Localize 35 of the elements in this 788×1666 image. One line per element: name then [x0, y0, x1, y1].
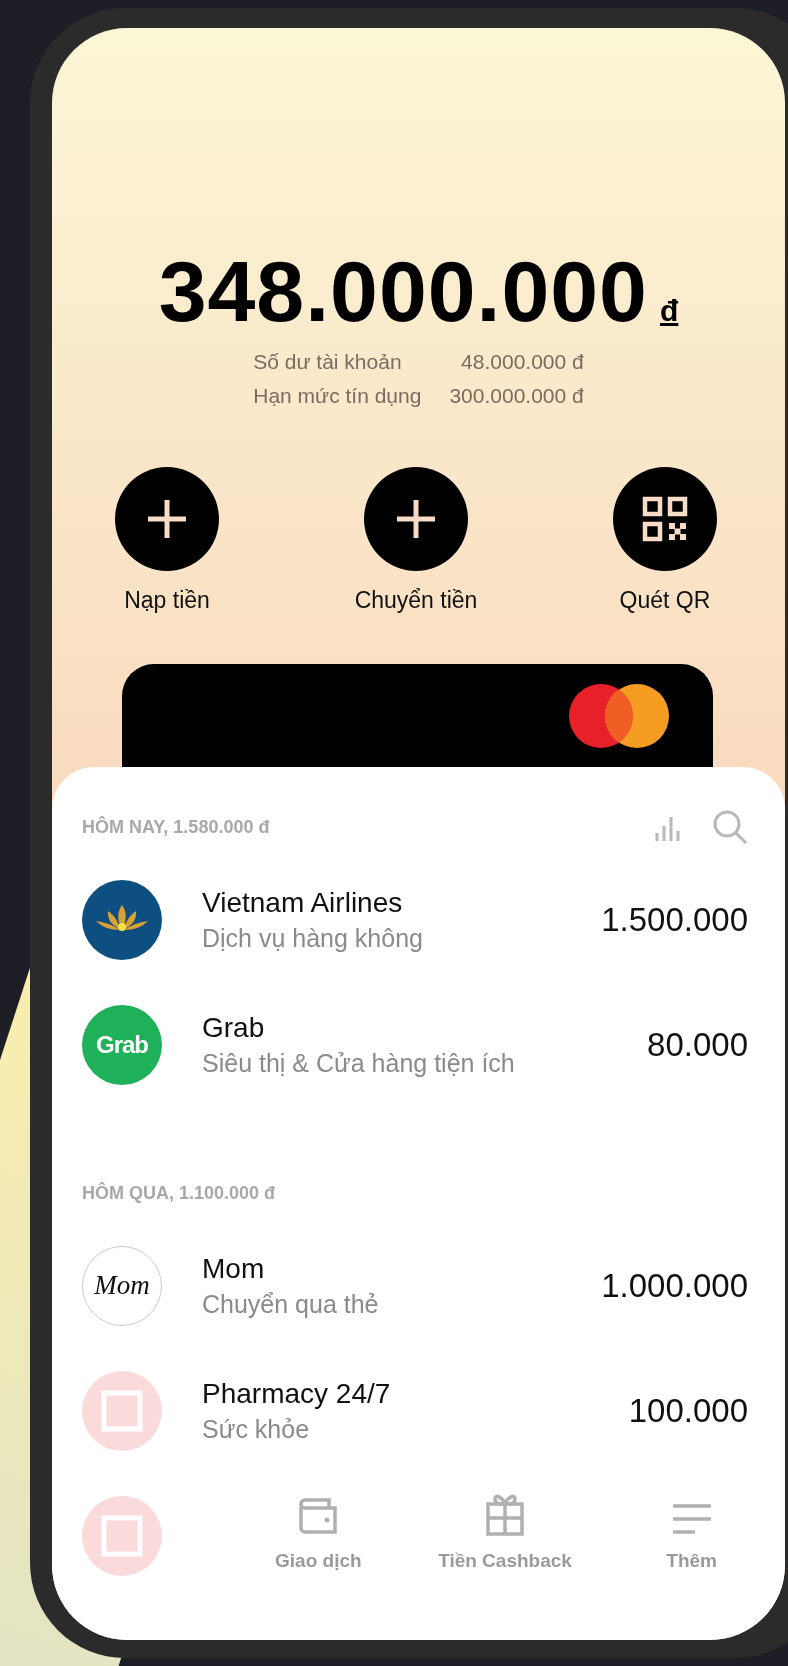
- script-logo: Mom: [82, 1245, 162, 1326]
- amount-text: 1.500.000: [601, 900, 748, 939]
- merchant-name: Mom: [202, 1251, 266, 1286]
- qr-code-icon: [642, 496, 688, 542]
- total-balance: 348.000.000: [158, 242, 648, 341]
- category-text: Siêu thị & Cửa hàng tiện ích: [202, 1047, 516, 1079]
- category-text: Sức khỏe: [202, 1413, 311, 1445]
- balance-label: Hạn mức tín dụng: [253, 383, 422, 409]
- tab-button[interactable]: Thêm: [598, 1472, 785, 1572]
- balance-value: 48.000.000 đ: [460, 349, 584, 375]
- section-heading: HÔM QUA, 1.100.000 đ: [82, 1182, 277, 1204]
- category-text: Chuyển qua thẻ: [202, 1288, 380, 1320]
- menu-icon: [670, 1502, 713, 1536]
- plus-icon: [145, 497, 189, 541]
- search-icon: [712, 809, 748, 845]
- square-icon: [101, 1389, 143, 1432]
- section-heading: HÔM NAY, 1.580.000 đ: [82, 816, 271, 838]
- balance-label: Số dư tài khoản: [253, 349, 403, 375]
- tab-button[interactable]: Giao dịch: [225, 1472, 412, 1572]
- balance-value: 300.000.000 đ: [449, 383, 584, 409]
- merchant-name: Pharmacy 24/7: [202, 1376, 392, 1411]
- grab-logo: Grab: [82, 1004, 162, 1085]
- plus-icon: [394, 497, 438, 541]
- amount-text: 80.000: [647, 1025, 748, 1064]
- tab-button[interactable]: Tiền Cashback: [411, 1472, 599, 1572]
- merchant-name: Vietnam Airlines: [202, 885, 404, 920]
- action-label: Nạp tiền: [124, 587, 210, 614]
- action-label: Quét QR: [619, 587, 711, 614]
- merchant-name: Grab: [202, 1010, 266, 1045]
- currency-symbol: đ: [659, 294, 679, 328]
- category-text: Dịch vụ hàng không: [202, 922, 424, 954]
- amount-text: 1.000.000: [601, 1266, 748, 1305]
- square-icon: [101, 1514, 143, 1557]
- amount-text: 100.000: [628, 1391, 748, 1430]
- action-label: Chuyển tiền: [354, 587, 478, 614]
